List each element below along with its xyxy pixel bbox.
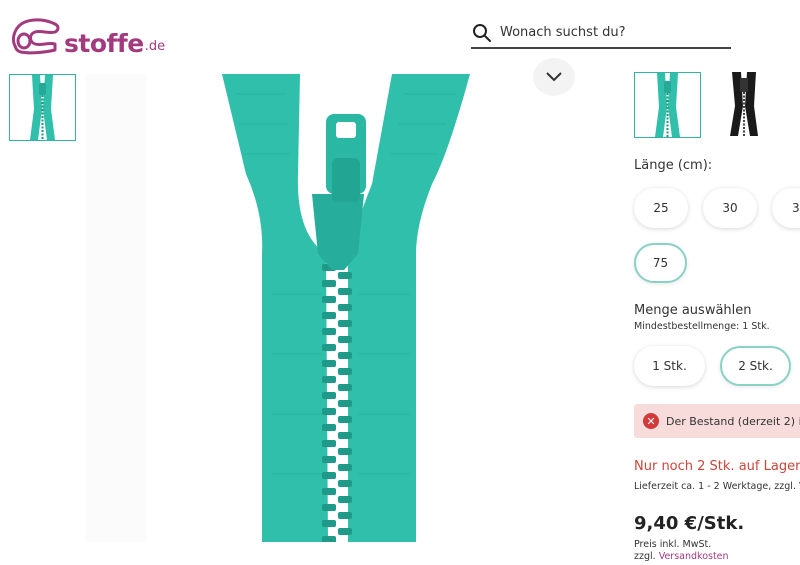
chevron-down-icon: [546, 72, 562, 82]
price-tax-note: Preis inkl. MwSt.: [634, 539, 712, 550]
length-option-30[interactable]: 30: [703, 188, 757, 228]
zipper-thumbnail-icon: [30, 75, 55, 140]
stock-alert: ✕ Der Bestand (derzeit 2) is: [634, 404, 800, 438]
quantity-option-2[interactable]: 2 Stk.: [720, 346, 791, 386]
shipping-prefix: zzgl.: [634, 551, 656, 562]
zipper-black-icon: [730, 72, 758, 136]
color-thumbnail-turquoise[interactable]: [634, 72, 701, 138]
zipper-image: [86, 74, 470, 542]
logo-tld: .de: [144, 39, 166, 54]
price: 9,40 €/Stk.: [634, 513, 745, 534]
search-bar: [471, 18, 731, 49]
length-option-partial[interactable]: 3: [772, 188, 800, 228]
stock-alert-text: Der Bestand (derzeit 2) is: [666, 414, 800, 428]
stock-status: Nur noch 2 Stk. auf Lager: [634, 459, 800, 474]
shipping-note: zzgl. Versandkosten: [634, 551, 729, 562]
delivery-time: Lieferzeit ca. 1 - 2 Werktage, zzgl. Ve: [634, 481, 800, 492]
shipping-costs-link[interactable]: Versandkosten: [659, 551, 729, 562]
logo[interactable]: stoffe .de: [9, 16, 165, 56]
length-option-75[interactable]: 75: [634, 243, 687, 283]
zipper-turquoise-icon: [655, 73, 680, 137]
scroll-down-button[interactable]: [533, 58, 575, 96]
logo-text: stoffe: [64, 29, 144, 58]
fabric-roll-icon: [11, 18, 60, 55]
product-page: stoffe .de Wonach suchst du? Länge (cm):…: [0, 0, 800, 565]
color-thumbnail-black[interactable]: [712, 72, 779, 138]
length-option-25[interactable]: 25: [634, 188, 688, 228]
quantity-option-1[interactable]: 1 Stk.: [634, 346, 705, 386]
main-product-image: [86, 74, 586, 542]
quantity-label: Menge auswählen: [634, 303, 752, 318]
error-icon: ✕: [643, 413, 659, 429]
min-order-note: Mindestbestellmenge: 1 Stk.: [634, 321, 770, 332]
thumbnail-selected[interactable]: [9, 74, 76, 141]
search-icon[interactable]: [472, 23, 492, 43]
length-label: Länge (cm):: [634, 158, 713, 173]
search-input[interactable]: [500, 25, 720, 40]
